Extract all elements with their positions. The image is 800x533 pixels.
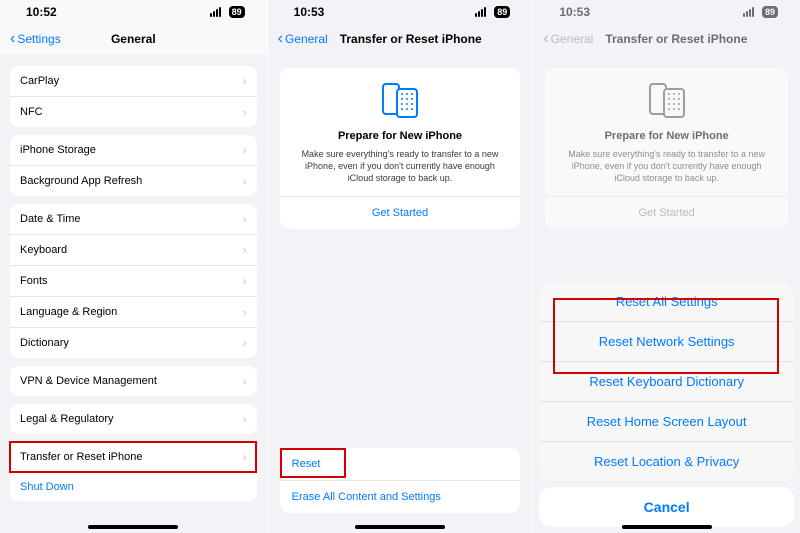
chevron-right-icon: ›: [243, 143, 247, 157]
nav-header: ‹ General Transfer or Reset iPhone: [533, 24, 800, 54]
chevron-left-icon: ‹: [543, 31, 548, 47]
chevron-left-icon: ‹: [278, 31, 283, 47]
devices-icon: [294, 82, 507, 120]
reset-network-settings[interactable]: Reset Network Settings: [539, 322, 794, 362]
list-item-nfc[interactable]: NFC›: [10, 97, 257, 127]
status-time: 10:53: [559, 5, 590, 19]
screen-general: 10:52 89 ‹ Settings General CarPlay› NFC…: [0, 0, 267, 533]
get-started-button: Get Started: [545, 196, 788, 229]
bottom-actions: Reset Erase All Content and Settings: [280, 448, 521, 513]
devices-icon: [559, 82, 774, 120]
chevron-right-icon: ›: [243, 174, 247, 188]
status-right: 89: [210, 5, 245, 19]
chevron-right-icon: ›: [243, 450, 247, 464]
chevron-left-icon: ‹: [10, 31, 15, 47]
card-title: Prepare for New iPhone: [559, 130, 774, 142]
nav-header: ‹ General Transfer or Reset iPhone: [268, 24, 533, 54]
back-button: ‹ General: [543, 31, 593, 47]
card-description: Make sure everything's ready to transfer…: [559, 148, 774, 184]
list-item-carplay[interactable]: CarPlay›: [10, 66, 257, 97]
prepare-card: Prepare for New iPhone Make sure everyth…: [280, 68, 521, 229]
chevron-right-icon: ›: [243, 105, 247, 119]
card-description: Make sure everything's ready to transfer…: [294, 148, 507, 184]
chevron-right-icon: ›: [243, 412, 247, 426]
cellular-icon: [475, 7, 486, 17]
battery-icon: 89: [762, 6, 778, 18]
list-item-keyboard[interactable]: Keyboard›: [10, 235, 257, 266]
erase-all-button[interactable]: Erase All Content and Settings: [280, 481, 521, 513]
cellular-icon: [210, 7, 221, 17]
card-title: Prepare for New iPhone: [294, 130, 507, 142]
get-started-button[interactable]: Get Started: [280, 196, 521, 229]
reset-all-settings[interactable]: Reset All Settings: [539, 282, 794, 322]
page-title: Transfer or Reset iPhone: [605, 32, 747, 46]
page-title: Transfer or Reset iPhone: [340, 32, 482, 46]
status-bar: 10:53 89: [268, 0, 533, 24]
back-button[interactable]: ‹ General: [278, 31, 328, 47]
screen-transfer-reset: 10:53 89 ‹ General Transfer or Reset iPh…: [267, 0, 534, 533]
back-button[interactable]: ‹ Settings: [10, 31, 61, 47]
chevron-right-icon: ›: [243, 274, 247, 288]
back-label: General: [551, 32, 594, 46]
screen-reset-sheet: 10:53 89 ‹ General Transfer or Reset iPh…: [533, 0, 800, 533]
chevron-right-icon: ›: [243, 74, 247, 88]
settings-group: iPhone Storage› Background App Refresh›: [10, 135, 257, 196]
list-item-legal[interactable]: Legal & Regulatory›: [10, 404, 257, 434]
chevron-right-icon: ›: [243, 212, 247, 226]
chevron-right-icon: ›: [243, 374, 247, 388]
settings-group: Transfer or Reset iPhone› Shut Down: [10, 442, 257, 501]
settings-group: Date & Time› Keyboard› Fonts› Language &…: [10, 204, 257, 358]
status-right: 89: [475, 5, 510, 19]
reset-home-screen-layout[interactable]: Reset Home Screen Layout: [539, 402, 794, 442]
home-indicator[interactable]: [622, 525, 712, 529]
battery-icon: 89: [229, 6, 245, 18]
battery-icon: 89: [494, 6, 510, 18]
status-right: 89: [743, 5, 778, 19]
status-time: 10:52: [26, 5, 57, 19]
status-bar: 10:53 89: [533, 0, 800, 24]
list-item-date-time[interactable]: Date & Time›: [10, 204, 257, 235]
settings-group: VPN & Device Management›: [10, 366, 257, 396]
list-item-dictionary[interactable]: Dictionary›: [10, 328, 257, 358]
reset-button[interactable]: Reset: [280, 448, 521, 481]
list-item-iphone-storage[interactable]: iPhone Storage›: [10, 135, 257, 166]
cellular-icon: [743, 7, 754, 17]
reset-location-privacy[interactable]: Reset Location & Privacy: [539, 442, 794, 481]
prepare-card: Prepare for New iPhone Make sure everyth…: [545, 68, 788, 229]
nav-header: ‹ Settings General: [0, 24, 267, 54]
settings-group: Legal & Regulatory›: [10, 404, 257, 434]
chevron-right-icon: ›: [243, 336, 247, 350]
home-indicator[interactable]: [355, 525, 445, 529]
cancel-button[interactable]: Cancel: [539, 487, 794, 527]
status-bar: 10:52 89: [0, 0, 267, 24]
sheet-options: Reset All Settings Reset Network Setting…: [539, 282, 794, 481]
reset-action-sheet: Reset All Settings Reset Network Setting…: [539, 282, 794, 527]
list-item-language-region[interactable]: Language & Region›: [10, 297, 257, 328]
chevron-right-icon: ›: [243, 305, 247, 319]
list-item-transfer-reset[interactable]: Transfer or Reset iPhone›: [10, 442, 257, 473]
status-time: 10:53: [294, 5, 325, 19]
list-item-background-refresh[interactable]: Background App Refresh›: [10, 166, 257, 196]
list-item-shutdown[interactable]: Shut Down: [10, 473, 257, 501]
chevron-right-icon: ›: [243, 243, 247, 257]
back-label: General: [285, 32, 328, 46]
reset-keyboard-dictionary[interactable]: Reset Keyboard Dictionary: [539, 362, 794, 402]
list-item-fonts[interactable]: Fonts›: [10, 266, 257, 297]
settings-group: CarPlay› NFC›: [10, 66, 257, 127]
home-indicator[interactable]: [88, 525, 178, 529]
back-label: Settings: [17, 32, 60, 46]
list-item-vpn[interactable]: VPN & Device Management›: [10, 366, 257, 396]
